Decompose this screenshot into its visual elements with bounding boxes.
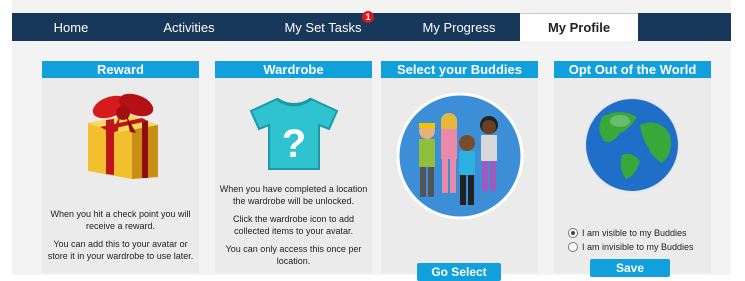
tab-my-profile[interactable]: My Profile (520, 13, 638, 41)
wardrobe-title: Wardrobe (215, 61, 372, 78)
svg-text:?: ? (282, 122, 306, 166)
left-margin (0, 0, 12, 275)
tab-label: Home (53, 19, 89, 35)
buddies-title: Select your Buddies (381, 61, 538, 78)
wardrobe-text-2: Click the wardrobe icon to add collected… (232, 214, 355, 236)
tab-label: My Progress (422, 19, 496, 35)
visible-radio[interactable] (568, 228, 578, 238)
right-margin (731, 0, 745, 275)
reward-text-1: When you hit a check point you will rece… (50, 209, 191, 231)
wardrobe-text-1: When you have completed a location the w… (219, 184, 368, 206)
wardrobe-description: When you have completed a location the w… (215, 183, 372, 273)
main-nav: Home Activities My Set Tasks 1 My Progre… (12, 11, 731, 41)
globe-icon (584, 97, 680, 193)
save-button[interactable]: Save (590, 259, 670, 277)
tab-my-progress[interactable]: My Progress (398, 13, 520, 41)
reward-card: Reward When you hit a check point you wi… (42, 61, 199, 273)
tab-label: My Set Tasks (284, 19, 362, 35)
profile-content: Reward When you hit a check point you wi… (12, 41, 731, 281)
notification-badge: 1 (362, 11, 374, 23)
tab-activities[interactable]: Activities (130, 13, 248, 41)
tab-label: Activities (163, 19, 215, 35)
reward-title: Reward (42, 61, 199, 78)
reward-description: When you hit a check point you will rece… (42, 208, 199, 268)
tab-label: My Profile (547, 20, 611, 35)
go-select-button[interactable]: Go Select (417, 263, 501, 281)
app-frame: Home Activities My Set Tasks 1 My Progre… (0, 0, 745, 281)
buddies-card: Select your Buddies Go Select (381, 61, 538, 281)
gift-icon (88, 93, 158, 179)
invisible-option[interactable]: I am invisible to my Buddies (568, 242, 694, 252)
tshirt-question-icon[interactable]: ? (247, 95, 341, 171)
tab-my-set-tasks[interactable]: My Set Tasks 1 (248, 11, 398, 41)
buddies-group-icon (396, 92, 524, 220)
tab-home[interactable]: Home (12, 13, 130, 41)
invisible-radio[interactable] (568, 242, 578, 252)
optout-card: Opt Out of the World I am visible to my … (554, 61, 711, 277)
reward-text-2: You can add this to your avatar or store… (47, 239, 194, 261)
wardrobe-text-3: You can only access this once per locati… (225, 244, 362, 266)
optout-title: Opt Out of the World (554, 61, 711, 78)
invisible-label: I am invisible to my Buddies (582, 242, 694, 252)
visible-label: I am visible to my Buddies (582, 228, 687, 238)
visible-option[interactable]: I am visible to my Buddies (568, 228, 687, 238)
wardrobe-card: Wardrobe ? When you have completed a loc… (215, 61, 372, 273)
